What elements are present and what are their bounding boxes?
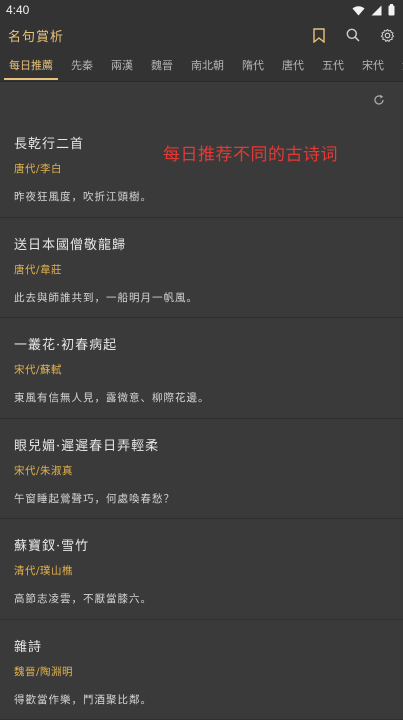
tab-daily[interactable]: 每日推薦 (0, 50, 62, 81)
poem-author[interactable]: 宋代/朱淑真 (14, 463, 389, 478)
tab-han[interactable]: 兩漢 (102, 50, 142, 81)
tab-sui[interactable]: 隋代 (233, 50, 273, 81)
poem-author[interactable]: 清代/璞山樵 (14, 563, 389, 578)
refresh-icon (374, 94, 384, 105)
wifi-icon (352, 5, 365, 15)
poem-card[interactable]: 眼兒媚·遲遲春日弄輕柔 宋代/朱淑真 午窗睡起鶯聲巧，何處喚春愁？ (0, 419, 403, 519)
bookmark-button[interactable] (311, 27, 327, 43)
tab-wei-jin[interactable]: 魏晉 (142, 50, 182, 81)
app-title: 名句賞析 (8, 29, 65, 45)
poem-card[interactable]: 蘇寶釵·雪竹 清代/璞山樵 高節志凌雲，不厭當膝六。 (0, 519, 403, 620)
poem-line: 東風有信無人見，露微意、柳際花邊。 (14, 392, 210, 404)
poem-author[interactable]: 唐代/韋莊 (14, 262, 389, 277)
poem-title: 一叢花·初春病起 (14, 338, 118, 353)
poem-card[interactable]: 雜詩 魏晉/陶淵明 得歡當作樂，鬥酒聚比鄰。 (0, 620, 403, 720)
settings-icon (380, 28, 394, 42)
tab-southern-northern[interactable]: 南北朝 (182, 50, 233, 81)
battery-icon (388, 4, 395, 16)
promo-caption: 每日推荐不同的古诗词 (163, 145, 338, 165)
signal-icon (371, 5, 382, 15)
bookmark-icon (313, 27, 325, 43)
tab-tang[interactable]: 唐代 (273, 50, 313, 81)
settings-button[interactable] (379, 27, 395, 43)
tab-jin[interactable]: 金朝 (393, 50, 403, 81)
poem-feed: 長乾行二首 唐代/李白 昨夜狂風度，吹折江頭樹。 送日本國僧敬龍歸 唐代/韋莊 … (0, 117, 403, 720)
era-tabs: 每日推薦 先秦 兩漢 魏晉 南北朝 隋代 唐代 五代 宋代 金朝 元代 (0, 50, 403, 82)
poem-card[interactable]: 長乾行二首 唐代/李白 昨夜狂風度，吹折江頭樹。 (0, 117, 403, 218)
tab-pre-qin[interactable]: 先秦 (62, 50, 102, 81)
poem-line: 得歡當作樂，鬥酒聚比鄰。 (14, 693, 152, 706)
tab-song[interactable]: 宋代 (353, 50, 393, 81)
search-icon (346, 28, 360, 42)
poem-line: 午窗睡起鶯聲巧，何處喚春愁？ (14, 492, 175, 505)
poem-card[interactable]: 一叢花·初春病起 宋代/蘇軾 東風有信無人見，露微意、柳際花邊。 (0, 318, 403, 419)
search-button[interactable] (345, 27, 361, 43)
status-icons (352, 4, 395, 16)
poem-line: 昨夜狂風度，吹折江頭樹。 (14, 191, 152, 203)
poem-line: 此去與師誰共到，一船明月一帆風。 (14, 291, 198, 304)
poem-author[interactable]: 魏晉/陶淵明 (14, 664, 389, 679)
poem-title: 蘇寶釵·雪竹 (14, 539, 90, 554)
poem-author[interactable]: 宋代/蘇軾 (14, 362, 389, 377)
poem-title: 送日本國僧敬龍歸 (14, 237, 127, 253)
refresh-row (0, 83, 403, 117)
poem-title: 雜詩 (14, 639, 43, 655)
app-bar: 名句賞析 (0, 20, 403, 50)
poem-line: 高節志凌雲，不厭當膝六。 (14, 593, 152, 605)
refresh-button[interactable] (371, 92, 387, 108)
poem-title: 眼兒媚·遲遲春日弄輕柔 (14, 438, 160, 454)
tab-five-dynasties[interactable]: 五代 (313, 50, 353, 81)
status-time: 4:40 (6, 3, 30, 17)
app-actions (311, 27, 395, 43)
poem-card[interactable]: 送日本國僧敬龍歸 唐代/韋莊 此去與師誰共到，一船明月一帆風。 (0, 218, 403, 318)
status-bar: 4:40 (0, 0, 403, 20)
